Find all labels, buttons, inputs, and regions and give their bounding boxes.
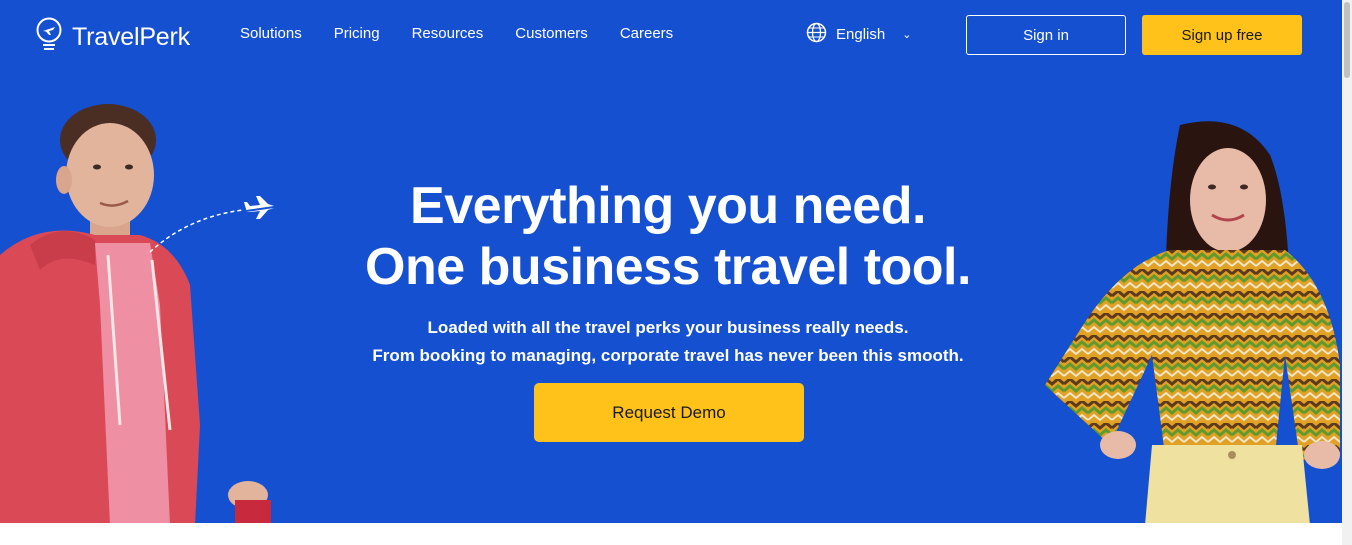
sign-in-button[interactable]: Sign in: [966, 15, 1126, 55]
airplane-trail: [149, 196, 274, 253]
main-nav: Solutions Pricing Resources Customers Ca…: [240, 25, 673, 42]
woman-photo: [1045, 121, 1340, 523]
airplane-icon: [244, 196, 274, 219]
headline-line-1: Everything you need.: [410, 177, 926, 235]
chevron-down-icon: ⌄: [902, 29, 912, 41]
scrollbar-track[interactable]: [1342, 0, 1352, 545]
hero-subheadline: Loaded with all the travel perks your bu…: [290, 314, 1046, 370]
lightbulb-plane-logo-icon: [34, 16, 64, 59]
subheadline-line-2: From booking to managing, corporate trav…: [372, 346, 964, 365]
nav-item-careers[interactable]: Careers: [620, 25, 673, 42]
language-selector[interactable]: English ⌄: [806, 22, 911, 47]
request-demo-button[interactable]: Request Demo: [534, 383, 804, 442]
nav-item-solutions[interactable]: Solutions: [240, 25, 302, 42]
sign-up-button[interactable]: Sign up free: [1142, 15, 1302, 55]
globe-icon: [806, 22, 827, 47]
scrollbar-thumb[interactable]: [1344, 2, 1350, 78]
logo-text: TravelPerk: [72, 23, 190, 51]
nav-item-resources[interactable]: Resources: [412, 25, 484, 42]
headline-line-2: One business travel tool.: [365, 238, 971, 296]
subheadline-line-1: Loaded with all the travel perks your bu…: [427, 318, 909, 337]
hero-headline: Everything you need. One business travel…: [290, 176, 1046, 298]
logo[interactable]: TravelPerk: [34, 16, 190, 59]
nav-item-customers[interactable]: Customers: [515, 25, 588, 42]
hero-section: TravelPerk Solutions Pricing Resources C…: [0, 0, 1342, 523]
man-photo: [0, 104, 271, 523]
language-label: English: [836, 26, 886, 43]
nav-item-pricing[interactable]: Pricing: [334, 25, 380, 42]
